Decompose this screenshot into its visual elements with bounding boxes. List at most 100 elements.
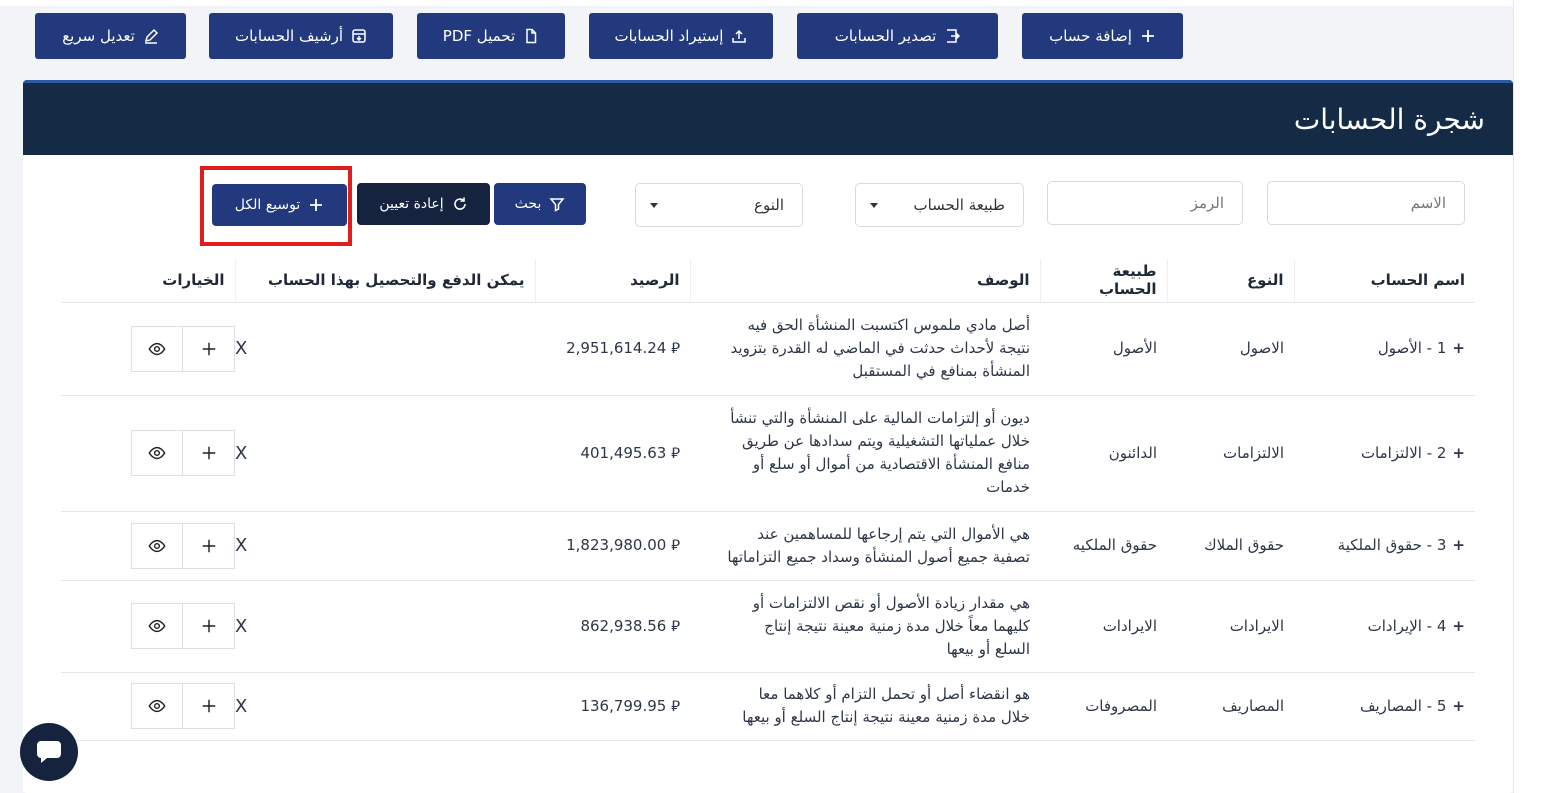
view-button[interactable] — [131, 603, 183, 649]
pencil-icon — [144, 28, 158, 44]
payable-cell: X — [235, 302, 535, 396]
reset-button[interactable]: إعادة تعيين — [357, 183, 490, 225]
card-header: شجرة الحسابات — [23, 80, 1513, 155]
highlight-box — [200, 166, 352, 246]
account-name: 3 - حقوق الملكية — [1337, 536, 1447, 554]
export-accounts-label: تصدير الحسابات — [834, 27, 937, 45]
quick-edit-label: تعديل سريع — [62, 27, 135, 45]
add-child-button[interactable] — [183, 683, 235, 729]
add-child-button[interactable] — [183, 522, 235, 569]
filter-icon — [549, 198, 565, 212]
download-pdf-button[interactable]: تحميل PDF — [417, 13, 565, 59]
nature-cell: الدائنون — [1040, 395, 1167, 512]
chat-button[interactable] — [20, 723, 78, 781]
account-name-cell[interactable]: +5 - المصاريف — [1294, 672, 1475, 741]
add-child-button[interactable] — [183, 603, 235, 649]
description-line: خدمات — [986, 478, 1030, 496]
reset-label: إعادة تعيين — [379, 196, 444, 212]
options-cell — [61, 395, 235, 512]
search-button[interactable]: بحث — [494, 183, 586, 225]
nature-select[interactable]: طبيعة الحساب — [855, 183, 1024, 227]
expand-row-icon[interactable]: + — [1452, 536, 1465, 554]
type-cell: حقوق الملاك — [1167, 511, 1294, 581]
type-cell: الاصول — [1167, 302, 1294, 396]
description-line: منافع المنشأة الاقتصادية من أموال أو سلع… — [752, 455, 1030, 473]
col-options: الخيارات — [61, 259, 235, 303]
col-account-name[interactable]: اسم الحساب — [1293, 259, 1475, 303]
description-line: هو انقضاء أصل أو تحمل التزام أو كلاهما م… — [758, 685, 1030, 703]
plus-icon — [202, 699, 215, 713]
scrollbar-track[interactable] — [1513, 0, 1543, 793]
expand-row-icon[interactable]: + — [1452, 617, 1465, 635]
view-button[interactable] — [131, 430, 183, 476]
description-cell: أصل مادي ملموس اكتسبت المنشأة الحق فيه نت… — [690, 302, 1040, 396]
description-cell: هي مقدار زيادة الأصول أو نقص الالتزامات … — [690, 580, 1040, 673]
options-cell — [61, 302, 235, 396]
col-payable[interactable]: يمكن الدفع والتحصيل بهذا الحساب — [234, 259, 535, 303]
code-input[interactable] — [1047, 181, 1243, 225]
type-select[interactable]: النوع — [635, 183, 803, 227]
archive-accounts-button[interactable]: أرشيف الحسابات — [209, 13, 393, 59]
caret-down-icon — [650, 202, 658, 208]
nature-cell: الأصول — [1040, 302, 1167, 396]
description-cell: هو انقضاء أصل أو تحمل التزام أو كلاهما م… — [690, 672, 1040, 741]
description-line: نتيجة لأحداث حدثت في الماضي له القدرة بت… — [730, 339, 1030, 357]
export-accounts-button[interactable]: تصدير الحسابات — [797, 13, 998, 59]
expand-row-icon[interactable]: + — [1452, 697, 1465, 715]
type-cell: المصاريف — [1167, 672, 1294, 741]
balance-cell: 401,495.63 ⃁ — [535, 395, 690, 512]
add-account-button[interactable]: إضافة حساب — [1022, 13, 1183, 59]
nature-cell: الايرادات — [1040, 580, 1167, 673]
account-name-cell[interactable]: +1 - الأصول — [1294, 302, 1475, 396]
account-name: 4 - الإيرادات — [1367, 616, 1447, 635]
expand-row-icon[interactable]: + — [1452, 444, 1465, 462]
type-cell: الالتزامات — [1167, 395, 1294, 512]
name-input[interactable] — [1267, 181, 1465, 225]
view-button[interactable] — [131, 325, 183, 372]
import-accounts-button[interactable]: إستيراد الحسابات — [589, 13, 773, 59]
table-row: +3 - حقوق الملكية حقوق الملاك حقوق الملك… — [61, 511, 1475, 581]
col-balance[interactable]: الرصيد — [534, 259, 690, 303]
description-line: هي الأموال التي يتم إرجاعها للمساهمين عن… — [757, 524, 1030, 543]
import-accounts-label: إستيراد الحسابات — [614, 27, 724, 45]
view-button[interactable] — [131, 522, 183, 569]
account-name-cell[interactable]: +4 - الإيرادات — [1294, 580, 1475, 673]
quick-edit-button[interactable]: تعديل سريع — [35, 13, 186, 59]
archive-icon — [352, 29, 366, 43]
export-icon — [947, 29, 961, 43]
payable-cell: X — [235, 395, 535, 512]
payable-cell: X — [235, 580, 535, 673]
options-cell — [61, 672, 235, 741]
search-label: بحث — [514, 196, 542, 212]
type-select-value: النوع — [754, 196, 784, 214]
description-line: كليهما معاً خلال مدة زمنية معينة نتيجة إ… — [764, 616, 1030, 635]
add-child-button[interactable] — [183, 325, 235, 372]
file-icon — [526, 28, 537, 44]
account-name: 5 - المصاريف — [1359, 696, 1447, 715]
col-nature[interactable]: طبيعة الحساب — [1039, 259, 1167, 303]
add-child-button[interactable] — [183, 430, 235, 476]
col-type[interactable]: النوع — [1166, 259, 1294, 303]
description-cell: هي الأموال التي يتم إرجاعها للمساهمين عن… — [690, 511, 1040, 581]
nature-select-value: طبيعة الحساب — [913, 196, 1005, 214]
description-line: السلع أو بيعها — [946, 639, 1030, 658]
caret-down-icon — [870, 202, 878, 208]
balance-cell: 1,823,980.00 ⃁ — [535, 511, 690, 581]
eye-icon — [148, 342, 166, 355]
eye-icon — [148, 619, 166, 633]
view-button[interactable] — [131, 683, 183, 729]
description-cell: ديون أو إلتزامات المالية على المنشأة وال… — [690, 395, 1040, 512]
balance-cell: 136,799.95 ⃁ — [535, 672, 690, 741]
expand-row-icon[interactable]: + — [1452, 339, 1465, 357]
archive-accounts-label: أرشيف الحسابات — [234, 27, 344, 45]
description-line: ديون أو إلتزامات المالية على المنشأة وال… — [730, 409, 1030, 427]
accounts-table: اسم الحساب النوع طبيعة الحساب الوصف الرص… — [61, 259, 1475, 741]
account-name-cell[interactable]: +2 - الالتزامات — [1294, 395, 1475, 512]
chat-icon — [37, 741, 61, 763]
col-description[interactable]: الوصف — [689, 259, 1040, 303]
account-name-cell[interactable]: +3 - حقوق الملكية — [1294, 511, 1475, 581]
account-name: 1 - الأصول — [1377, 339, 1447, 357]
options-cell — [61, 511, 235, 581]
refresh-icon — [453, 197, 466, 210]
eye-icon — [148, 539, 166, 552]
